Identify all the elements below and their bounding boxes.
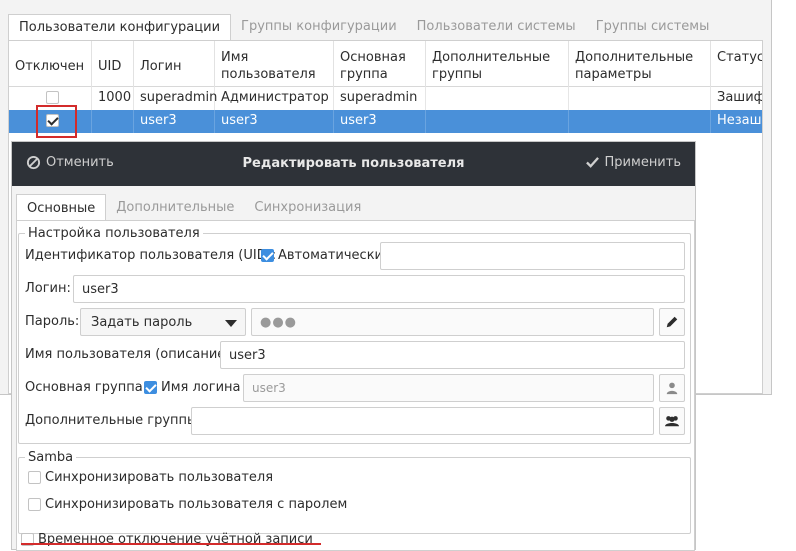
user-icon (666, 382, 678, 395)
users-icon (665, 416, 679, 427)
column-header-extra-params[interactable]: Дополнительные параметры (569, 41, 711, 87)
column-header-username[interactable]: Имя пользователя (215, 41, 334, 87)
uid-auto-label: Автоматически (278, 248, 384, 263)
tab-config-users[interactable]: Пользователи конфигурации (8, 14, 232, 41)
main-group-login-label: Имя логина (161, 380, 241, 395)
tab-system-groups[interactable]: Группы системы (586, 14, 720, 41)
pencil-icon (666, 316, 678, 328)
checkmark-icon (585, 157, 599, 168)
password-mode-value: Задать пароль (91, 315, 193, 330)
column-header-disabled[interactable]: Отключен (9, 41, 92, 87)
cell-login: user3 (134, 110, 215, 133)
extra-groups-label: Дополнительные группы: (25, 413, 202, 428)
main-group-input[interactable]: user3 (243, 374, 654, 402)
table-row-selected[interactable]: user3 user3 user3 Незашифрован (9, 110, 762, 133)
cell-extra-groups (426, 110, 569, 133)
sync-user-label: Синхронизировать пользователя (45, 470, 274, 485)
column-header-status[interactable]: Статус пароля (711, 41, 762, 87)
sync-user-password-label: Синхронизировать пользователя с паролем (45, 497, 348, 512)
edit-user-dialog: Отменить Редактировать пользователя Прим… (11, 141, 696, 551)
main-tabs: Пользователи конфигурации Группы конфигу… (8, 14, 771, 41)
dialog-headerbar: Отменить Редактировать пользователя Прим… (12, 142, 695, 186)
cell-extra-params (569, 110, 711, 133)
user-settings-group: Настройка пользователя Идентификатор пол… (18, 226, 691, 444)
dialog-tabs: Основные Дополнительные Синхронизация (16, 194, 371, 221)
cell-extra-groups (426, 87, 569, 110)
cell-extra-params (569, 87, 711, 110)
login-input[interactable]: user3 (73, 275, 685, 303)
cell-uid: 1000 (92, 87, 134, 110)
tab-config-groups[interactable]: Группы конфигурации (231, 14, 407, 41)
apply-label: Применить (604, 155, 681, 170)
disabled-checkbox[interactable] (46, 114, 59, 127)
password-mode-select[interactable]: Задать пароль (80, 308, 246, 336)
uid-auto-checkbox[interactable] (261, 249, 274, 262)
uid-input[interactable] (380, 242, 685, 270)
highlight-underline (21, 543, 321, 545)
tab-basic[interactable]: Основные (16, 194, 107, 221)
select-extra-groups-button[interactable] (659, 407, 685, 435)
samba-legend: Samba (25, 450, 77, 465)
main-group-login-checkbox[interactable] (144, 381, 157, 394)
cell-status: Зашифрован (711, 87, 762, 110)
main-group-label: Основная группа: (25, 380, 148, 395)
column-header-extra-groups[interactable]: Дополнительные группы (426, 41, 569, 87)
user-settings-legend: Настройка пользователя (25, 226, 203, 241)
cell-uid (92, 110, 134, 133)
column-header-main-group[interactable]: Основная группа (334, 41, 426, 87)
cell-main-group: user3 (334, 110, 426, 133)
tab-system-users[interactable]: Пользователи системы (407, 14, 586, 41)
password-label: Пароль: (25, 314, 80, 329)
edit-password-button[interactable] (659, 308, 685, 336)
cell-username: Администратор (215, 87, 334, 110)
cell-username: user3 (215, 110, 334, 133)
description-input[interactable]: user3 (220, 341, 685, 369)
disabled-checkbox[interactable] (46, 91, 59, 104)
tab-sync[interactable]: Синхронизация (244, 194, 371, 221)
chevron-down-icon (225, 320, 237, 327)
cell-status: Незашифрован (711, 110, 762, 133)
sync-user-checkbox[interactable] (28, 471, 41, 484)
cell-main-group: superadmin (334, 87, 426, 110)
login-label: Логин: (25, 281, 71, 296)
samba-group: Samba Синхронизировать пользователя Синх… (18, 450, 691, 534)
table-row[interactable]: 1000 superadmin Администратор superadmin… (9, 87, 762, 110)
tab-additional[interactable]: Дополнительные (106, 194, 244, 221)
cell-login: superadmin (134, 87, 217, 110)
sync-user-password-checkbox[interactable] (28, 498, 41, 511)
basic-panel: Настройка пользователя Идентификатор пол… (16, 220, 695, 551)
description-label: Имя пользователя (описание): (25, 347, 235, 362)
password-input[interactable]: ●●● (251, 308, 654, 336)
select-group-button[interactable] (659, 374, 685, 402)
column-header-uid[interactable]: UID (92, 41, 134, 87)
extra-groups-input[interactable] (191, 407, 654, 435)
apply-button[interactable]: Применить (585, 155, 681, 170)
uid-label: Идентификатор пользователя (UID): (25, 248, 277, 263)
column-header-login[interactable]: Логин (134, 41, 215, 87)
table-header: Отключен UID Логин Имя пользователя Осно… (9, 41, 762, 87)
